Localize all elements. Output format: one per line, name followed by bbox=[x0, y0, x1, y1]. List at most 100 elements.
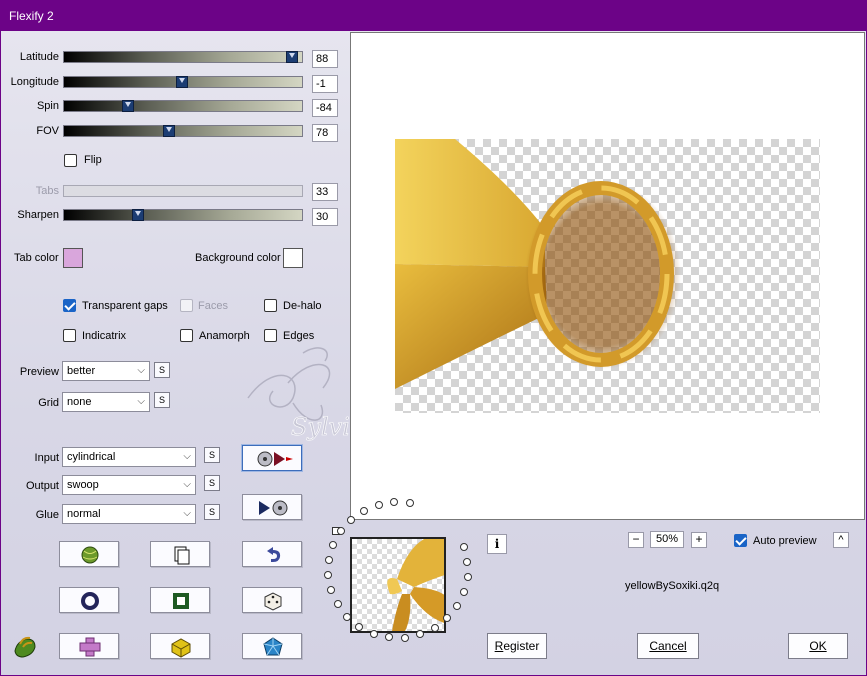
input-s-button[interactable]: S bbox=[204, 447, 220, 463]
square-shape-button[interactable] bbox=[150, 587, 210, 613]
undo-arrow-icon bbox=[267, 547, 281, 562]
input-label: Input bbox=[34, 452, 59, 464]
tabs-slider bbox=[63, 185, 303, 197]
sharpen-slider-thumb[interactable] bbox=[131, 209, 144, 221]
chevron-down-icon: ⌵ bbox=[137, 365, 145, 376]
spin-value[interactable]: -84 bbox=[312, 99, 338, 117]
auto-preview-checkbox[interactable] bbox=[734, 534, 747, 547]
tab-color-swatch[interactable] bbox=[63, 248, 83, 268]
info-button[interactable]: i bbox=[487, 534, 507, 554]
sharpen-value[interactable]: 30 bbox=[312, 208, 338, 226]
grid-s-button[interactable]: S bbox=[154, 392, 170, 408]
cube-icon bbox=[171, 638, 191, 658]
fov-slider-thumb[interactable] bbox=[162, 125, 175, 137]
flip-label: Flip bbox=[84, 154, 102, 166]
ok-button[interactable]: OK bbox=[788, 633, 848, 659]
anamorph-checkbox[interactable] bbox=[180, 329, 193, 342]
register-button[interactable]: Register bbox=[487, 633, 547, 659]
play-backward-button[interactable] bbox=[242, 494, 302, 520]
indicatrix-checkbox[interactable] bbox=[63, 329, 76, 342]
rotation-dot[interactable] bbox=[443, 614, 452, 623]
dice-button[interactable] bbox=[242, 587, 302, 613]
spin-slider[interactable] bbox=[63, 100, 303, 112]
flip-checkbox[interactable] bbox=[64, 154, 77, 167]
rotation-dot[interactable] bbox=[453, 602, 462, 611]
grid-select[interactable]: none ⌵ bbox=[62, 392, 150, 412]
copy-button[interactable] bbox=[150, 541, 210, 567]
cube-shape-button[interactable] bbox=[150, 633, 210, 659]
rotation-dot[interactable] bbox=[347, 515, 355, 524]
transparent-gaps-label: Transparent gaps bbox=[82, 300, 168, 312]
output-s-button[interactable]: S bbox=[204, 475, 220, 491]
rotation-dot[interactable] bbox=[430, 623, 439, 632]
undo-button[interactable] bbox=[242, 541, 302, 567]
rotation-dot[interactable] bbox=[400, 633, 409, 642]
glue-s-button[interactable]: S bbox=[204, 504, 220, 520]
rotation-dot[interactable] bbox=[459, 542, 468, 551]
longitude-label: Longitude bbox=[10, 76, 59, 88]
register-button-label: egister bbox=[503, 639, 540, 653]
register-button-mnemonic: R bbox=[494, 639, 504, 653]
thumbnail-flower-icon bbox=[387, 539, 444, 631]
rotation-dot[interactable] bbox=[328, 540, 337, 549]
output-select[interactable]: swoop ⌵ bbox=[62, 475, 196, 495]
cross-shape-button[interactable] bbox=[59, 633, 119, 659]
dice-icon bbox=[264, 592, 282, 611]
de-halo-checkbox[interactable] bbox=[264, 299, 277, 312]
pentagon-gem-icon bbox=[263, 637, 283, 656]
glue-value: normal bbox=[67, 508, 101, 520]
rotation-dot[interactable] bbox=[359, 506, 368, 515]
ring-shape-button[interactable] bbox=[59, 587, 119, 613]
dodecahedron-shape-button[interactable] bbox=[242, 633, 302, 659]
input-select[interactable]: cylindrical ⌵ bbox=[62, 447, 196, 467]
square-frame-icon bbox=[173, 593, 189, 609]
preview-canvas[interactable] bbox=[350, 32, 865, 520]
random-presets-button[interactable] bbox=[59, 541, 119, 567]
rotation-dot[interactable] bbox=[343, 612, 352, 621]
zoom-in-button[interactable]: + bbox=[691, 532, 707, 548]
rotation-dot[interactable] bbox=[416, 630, 425, 639]
rotation-dot[interactable] bbox=[333, 600, 342, 609]
sharpen-label: Sharpen bbox=[17, 209, 59, 221]
rotation-dot[interactable] bbox=[369, 629, 378, 638]
fov-slider[interactable] bbox=[63, 125, 303, 137]
rotation-dot[interactable] bbox=[324, 555, 333, 564]
background-color-label: Background color bbox=[195, 252, 281, 264]
background-color-swatch[interactable] bbox=[283, 248, 303, 268]
rotation-dot[interactable] bbox=[374, 500, 383, 509]
spin-slider-thumb[interactable] bbox=[122, 100, 135, 112]
play-forward-button[interactable] bbox=[242, 445, 302, 471]
tabs-value: 33 bbox=[312, 183, 338, 201]
title-bar: Flexify 2 bbox=[0, 0, 867, 31]
edges-checkbox[interactable] bbox=[264, 329, 277, 342]
rotation-dot[interactable] bbox=[327, 586, 336, 595]
rotation-dot[interactable] bbox=[384, 633, 393, 642]
rotation-dot[interactable] bbox=[324, 571, 333, 580]
latitude-slider[interactable] bbox=[63, 51, 303, 63]
globe-icon bbox=[81, 546, 99, 564]
transparent-gaps-checkbox[interactable] bbox=[63, 299, 76, 312]
zoom-out-button[interactable]: − bbox=[628, 532, 644, 548]
glue-select[interactable]: normal ⌵ bbox=[62, 504, 196, 524]
thumbnail-navigator[interactable] bbox=[350, 537, 446, 633]
longitude-slider[interactable] bbox=[63, 76, 303, 88]
sharpen-slider[interactable] bbox=[63, 209, 303, 221]
zoom-level[interactable]: 50% bbox=[650, 531, 684, 548]
rotation-dot[interactable] bbox=[460, 588, 469, 597]
grid-value: none bbox=[67, 396, 92, 408]
rotation-dot[interactable] bbox=[463, 557, 472, 566]
input-value: cylindrical bbox=[67, 451, 116, 463]
longitude-slider-thumb[interactable] bbox=[175, 76, 188, 88]
preview-quality-select[interactable]: better ⌵ bbox=[62, 361, 150, 381]
window-title: Flexify 2 bbox=[9, 9, 54, 23]
rotation-dot[interactable] bbox=[336, 527, 345, 536]
preview-s-button[interactable]: S bbox=[154, 362, 170, 378]
rotation-dot[interactable] bbox=[463, 573, 472, 582]
fov-value[interactable]: 78 bbox=[312, 124, 338, 142]
cancel-button[interactable]: Cancel bbox=[637, 633, 699, 659]
collapse-button[interactable]: ^ bbox=[833, 532, 849, 548]
latitude-slider-thumb[interactable] bbox=[286, 51, 299, 63]
longitude-value[interactable]: -1 bbox=[312, 75, 338, 93]
latitude-value[interactable]: 88 bbox=[312, 50, 338, 68]
chevron-down-icon: ⌵ bbox=[183, 479, 191, 490]
